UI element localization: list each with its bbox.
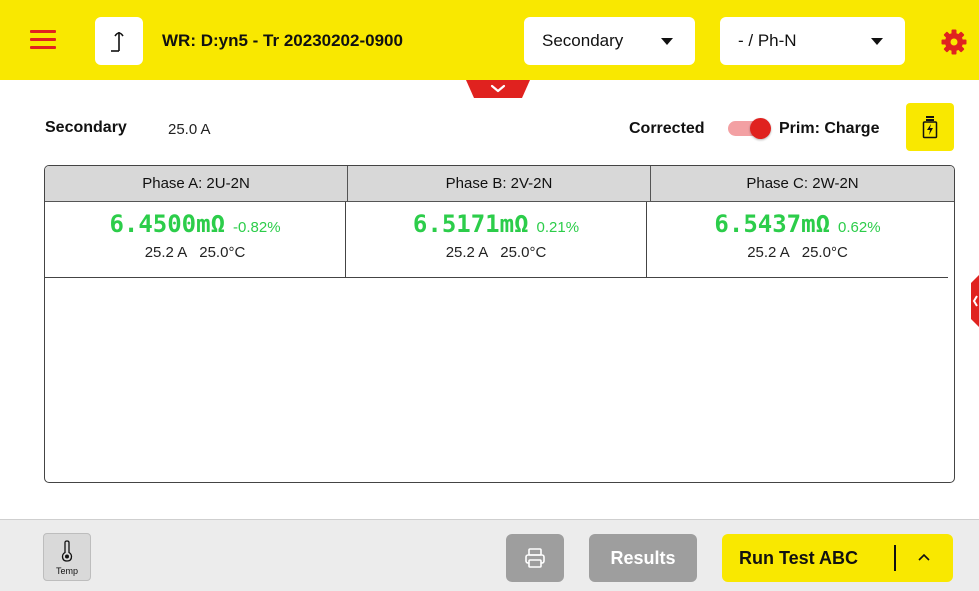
column-header-phase-b: Phase B: 2V-2N [348, 166, 651, 201]
deviation-value: 0.21% [536, 219, 580, 236]
current-value: 25.2 A [747, 244, 790, 261]
hamburger-menu-icon[interactable] [30, 30, 56, 52]
corrected-label: Corrected [629, 120, 705, 137]
button-divider [894, 545, 896, 571]
toggle-knob [750, 118, 771, 139]
resistance-value: 6.4500mΩ [109, 210, 226, 238]
table-cell-phase-c: 6.5437mΩ 0.62% 25.2 A 25.0°C [647, 202, 948, 277]
side-panel-tab[interactable] [971, 275, 979, 327]
navigate-up-button[interactable] [95, 17, 143, 65]
column-header-phase-a: Phase A: 2U-2N [45, 166, 348, 201]
current-value: 25.2 A [445, 244, 489, 261]
deviation-value: -0.82% [233, 219, 281, 236]
caret-down-icon [871, 38, 883, 45]
collapse-header-tab[interactable] [466, 80, 530, 98]
temperature-value: 25.0°C [199, 244, 246, 261]
column-header-phase-c: Phase C: 2W-2N [746, 175, 859, 192]
charge-button[interactable] [906, 103, 954, 151]
top-bar: WR: D:yn5 - Tr 20230202-0900 Secondary -… [0, 0, 979, 80]
gear-icon[interactable] [941, 29, 967, 55]
winding-label: Secondary [45, 119, 127, 136]
caret-down-icon [661, 38, 673, 45]
run-test-label: Run Test ABC [739, 548, 858, 568]
battery-charging-icon [922, 116, 938, 139]
toggle-label: Prim: Charge [779, 120, 880, 137]
resistance-value: 6.5437mΩ [714, 210, 831, 238]
winding-select-value: Secondary [542, 31, 624, 50]
charge-toggle[interactable] [728, 118, 772, 139]
results-table: Phase A: 2U-2N Phase B: 2V-2N Phase C: 2… [44, 165, 955, 483]
resistance-value: 6.5171mΩ [412, 210, 529, 238]
table-row: 6.4500mΩ -0.82% 25.2 A 25.0°C 6.5171mΩ 0.21… [45, 202, 948, 278]
table-cell-phase-a: 6.4500mΩ -0.82% 25.2 A 25.0°C [45, 202, 346, 277]
results-button[interactable]: Results [589, 534, 697, 582]
connection-select-value: - / Ph-N [738, 31, 797, 50]
test-current-value: 25.0 A [168, 121, 211, 138]
connection-select[interactable]: - / Ph-N [720, 17, 905, 65]
print-button[interactable] [506, 534, 564, 582]
run-test-button[interactable]: Run Test ABC [722, 534, 953, 582]
temperature-value: 25.0°C [500, 244, 547, 261]
winding-select[interactable]: Secondary [524, 17, 695, 65]
temperature-label: Temp [55, 566, 78, 576]
arrow-up-icon [111, 32, 124, 52]
table-cell-phase-b: 6.5171mΩ 0.21% 25.2 A 25.0°C [346, 202, 647, 277]
deviation-value: 0.62% [838, 219, 881, 236]
thermometer-icon [61, 540, 73, 562]
current-value: 25.2 A [144, 244, 188, 261]
table-header: Phase A: 2U-2N Phase B: 2V-2N Phase C: 2… [45, 166, 954, 202]
temperature-value: 25.0°C [801, 244, 848, 261]
chevron-up-icon[interactable] [917, 550, 931, 564]
printer-icon [525, 548, 545, 568]
page-title: WR: D:yn5 - Tr 20230202-0900 [162, 31, 403, 50]
temperature-button[interactable]: Temp [43, 533, 91, 581]
